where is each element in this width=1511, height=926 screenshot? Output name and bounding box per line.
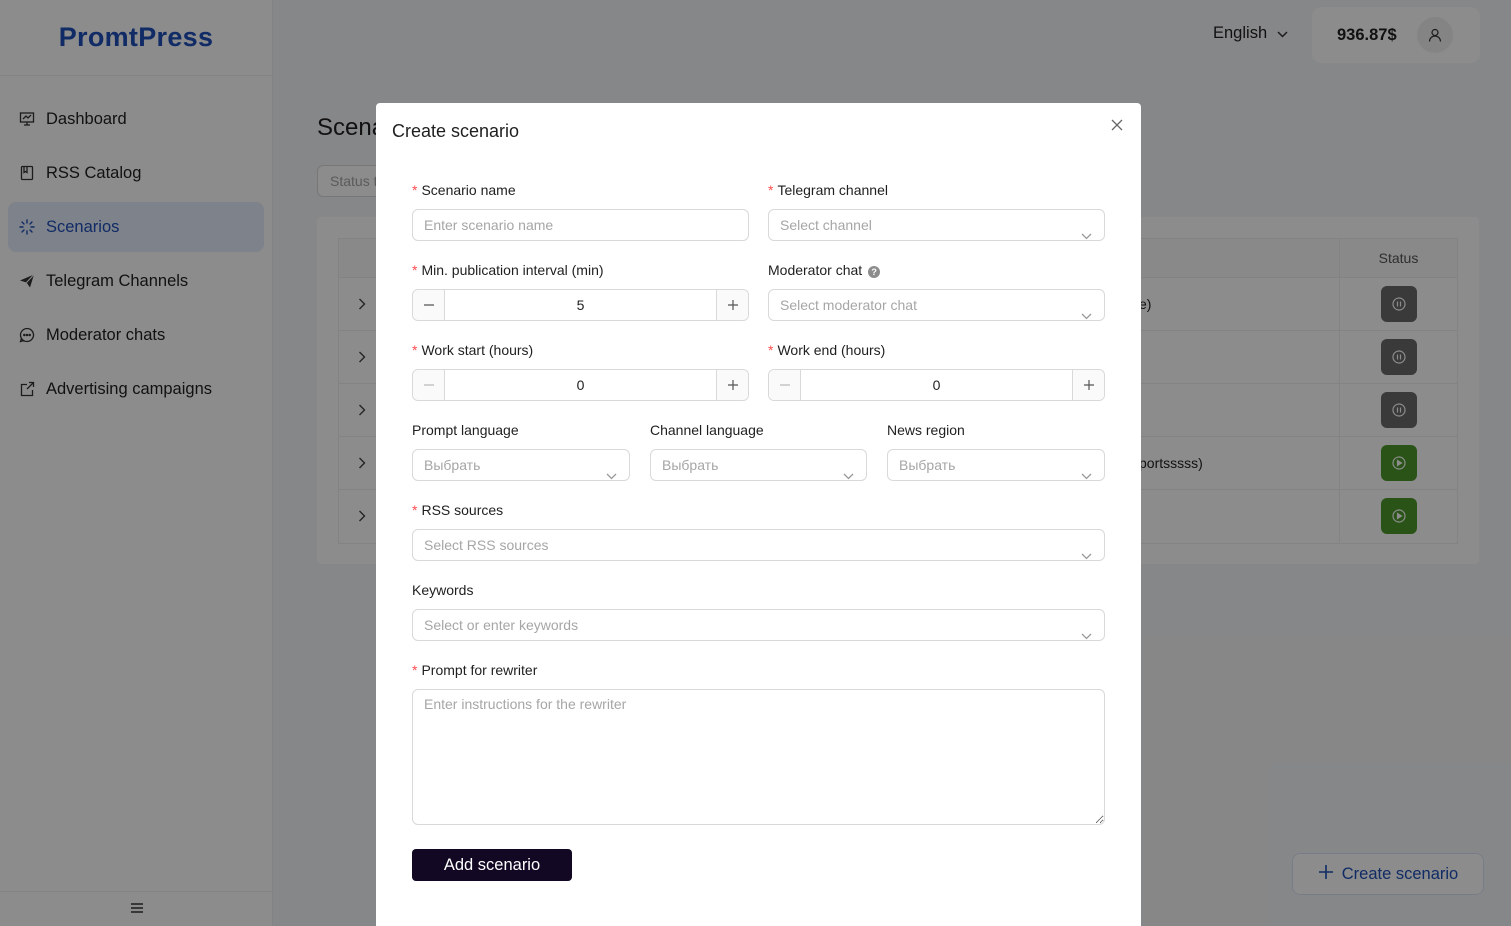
prompt-language-label: Prompt language xyxy=(412,422,519,438)
min-interval-stepper: 5 xyxy=(412,289,749,321)
chevron-down-icon xyxy=(1081,620,1092,650)
news-region-label: News region xyxy=(887,422,965,438)
telegram-channel-select[interactable]: Select channel xyxy=(768,209,1105,241)
rss-sources-select[interactable]: Select RSS sources xyxy=(412,529,1105,561)
prompt-language-select[interactable]: Выбрать xyxy=(412,449,630,481)
scenario-name-input[interactable] xyxy=(412,209,749,241)
telegram-channel-label: * Telegram channel xyxy=(768,182,888,198)
chevron-down-icon xyxy=(1081,220,1092,250)
min-interval-value[interactable]: 5 xyxy=(445,290,716,320)
decrement-button[interactable] xyxy=(769,370,801,400)
work-end-value[interactable]: 0 xyxy=(801,370,1072,400)
scenario-name-label: * Scenario name xyxy=(412,182,516,198)
question-icon[interactable]: ? xyxy=(868,266,881,278)
telegram-channel-placeholder: Select channel xyxy=(780,217,872,233)
work-end-label: * Work end (hours) xyxy=(768,342,886,358)
moderator-chat-label: Moderator chat? xyxy=(768,262,881,278)
rss-sources-placeholder: Select RSS sources xyxy=(424,537,549,553)
increment-button[interactable] xyxy=(716,370,748,400)
news-region-select[interactable]: Выбрать xyxy=(887,449,1105,481)
channel-language-placeholder: Выбрать xyxy=(662,457,719,473)
decrement-button[interactable] xyxy=(413,370,445,400)
work-start-label: * Work start (hours) xyxy=(412,342,534,358)
keywords-select[interactable]: Select or enter keywords xyxy=(412,609,1105,641)
channel-language-label: Channel language xyxy=(650,422,764,438)
news-region-placeholder: Выбрать xyxy=(899,457,956,473)
channel-language-select[interactable]: Выбрать xyxy=(650,449,867,481)
keywords-placeholder: Select or enter keywords xyxy=(424,617,579,633)
chevron-down-icon xyxy=(1081,300,1092,330)
chevron-down-icon xyxy=(1081,460,1092,490)
create-scenario-modal: Create scenario *Scenario name *Telegram… xyxy=(376,103,1141,926)
rss-sources-label: * RSS sources xyxy=(412,502,504,518)
moderator-chat-placeholder: Select moderator chat xyxy=(780,297,917,313)
work-start-stepper: 0 xyxy=(412,369,749,401)
modal-title: Create scenario xyxy=(392,121,520,141)
moderator-chat-select[interactable]: Select moderator chat xyxy=(768,289,1105,321)
min-interval-label: * Min. publication interval (min) xyxy=(412,262,604,278)
decrement-button[interactable] xyxy=(413,290,445,320)
add-scenario-button[interactable]: Add scenario xyxy=(412,849,572,881)
chevron-down-icon xyxy=(1081,540,1092,570)
keywords-label: Keywords xyxy=(412,582,474,598)
work-end-stepper: 0 xyxy=(768,369,1105,401)
increment-button[interactable] xyxy=(716,290,748,320)
increment-button[interactable] xyxy=(1072,370,1104,400)
chevron-down-icon xyxy=(843,460,854,490)
close-icon[interactable] xyxy=(1109,117,1125,133)
prompt-language-placeholder: Выбрать xyxy=(424,457,481,473)
prompt-textarea[interactable] xyxy=(412,689,1105,825)
work-start-value[interactable]: 0 xyxy=(445,370,716,400)
chevron-down-icon xyxy=(606,460,617,490)
prompt-label: * Prompt for rewriter xyxy=(412,662,538,678)
